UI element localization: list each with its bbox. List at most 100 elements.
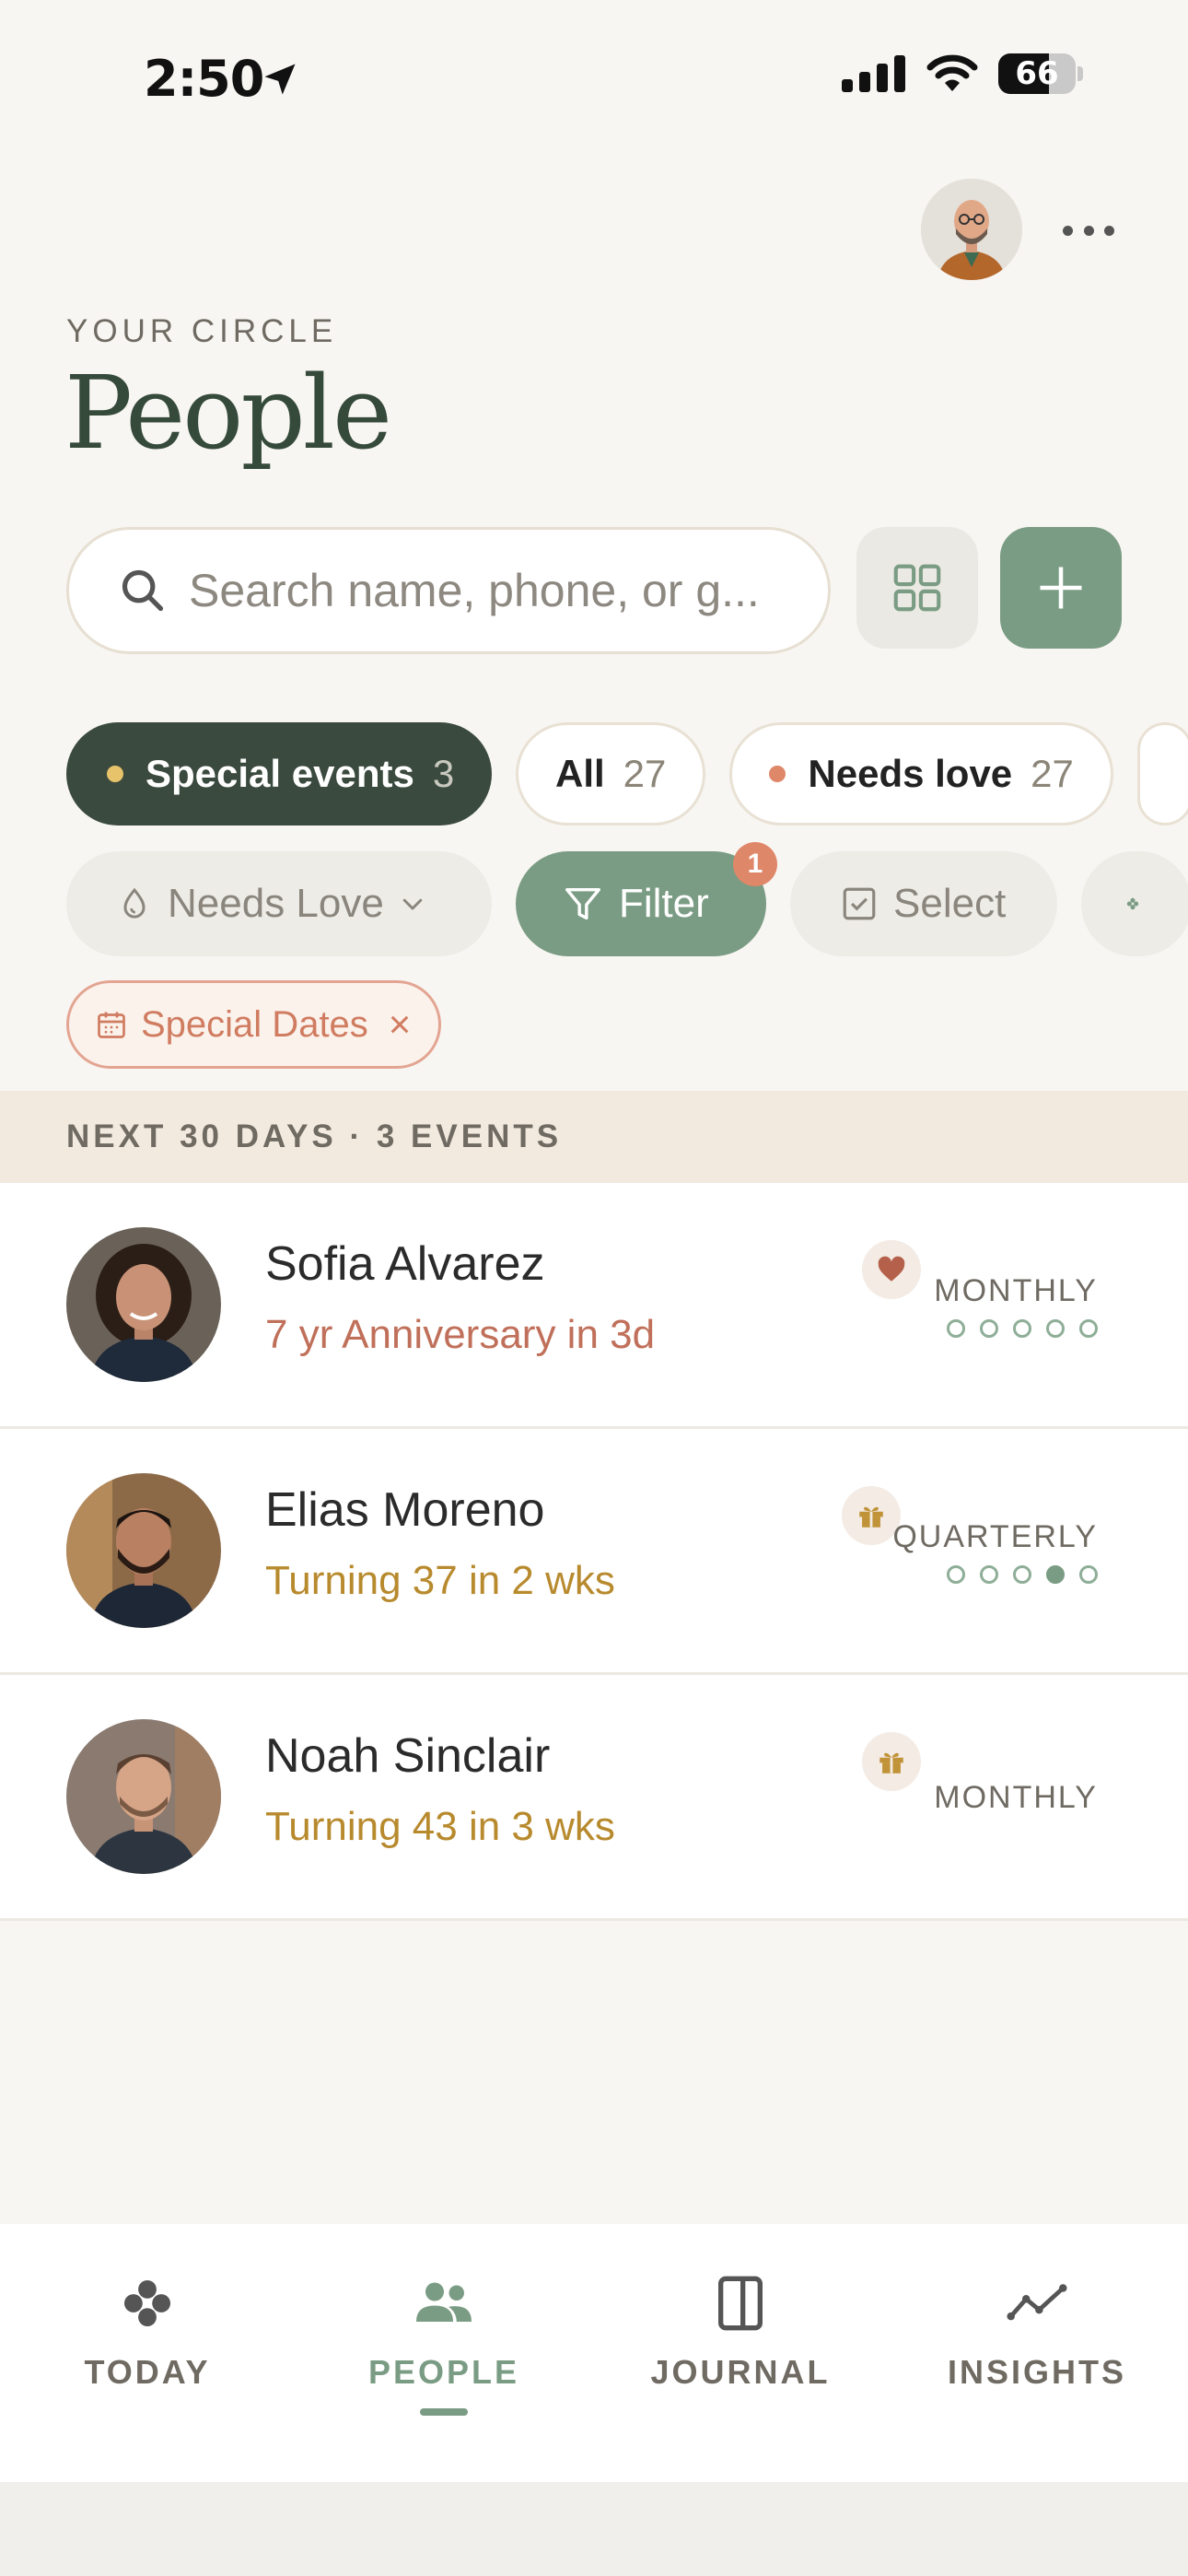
journal-icon: [718, 2276, 763, 2331]
active-filter-tag[interactable]: Special Dates ×: [66, 980, 442, 1069]
people-icon: [416, 2282, 472, 2322]
tab-label: INSIGHTS: [947, 2353, 1126, 2391]
progress-dot: [980, 1565, 998, 1584]
avatar: [66, 1227, 221, 1382]
tab-journal[interactable]: JOURNAL: [621, 2270, 860, 2392]
event-icon-bubble: [862, 1732, 921, 1791]
tab-label: TODAY: [84, 2353, 211, 2391]
insights-icon: [1007, 2284, 1067, 2321]
battery-icon: 66: [998, 53, 1083, 94]
progress-dot: [1046, 1319, 1065, 1338]
person-name: Sofia Alvarez: [265, 1237, 545, 1291]
select-label: Select: [893, 881, 1007, 926]
event-icon-bubble: [862, 1240, 921, 1299]
page-title: People: [64, 354, 392, 472]
filter-button[interactable]: Filter 1: [516, 842, 777, 956]
cellular-signal-icon: [842, 55, 905, 92]
chip-count: 27: [623, 752, 667, 795]
contact-frequency: MONTHLY: [934, 1273, 1098, 1308]
chevron-down-icon: [402, 898, 423, 910]
battery-level: 66: [1015, 55, 1059, 92]
add-person-button[interactable]: [1000, 527, 1122, 649]
active-filter-label: Special Dates: [141, 1003, 368, 1045]
chip-label: Needs love: [808, 752, 1013, 795]
person-event: Turning 37 in 2 wks: [265, 1558, 615, 1603]
person-name: Elias Moreno: [265, 1483, 545, 1537]
tab-today[interactable]: TODAY: [28, 2270, 267, 2392]
needs-love-dropdown[interactable]: Needs Love: [66, 851, 492, 956]
progress-dot: [947, 1565, 965, 1584]
remove-filter-icon[interactable]: ×: [389, 1002, 412, 1047]
calendar-icon: [98, 1012, 125, 1038]
avatar: [66, 1473, 221, 1628]
home-indicator-area: [0, 2482, 1188, 2576]
progress-dot: [1079, 1565, 1098, 1584]
filter-funnel-icon: [565, 887, 600, 920]
profile-avatar[interactable]: [921, 179, 1022, 280]
chip-needs-love[interactable]: Needs love 27: [729, 722, 1113, 825]
filter-toolbar: Needs Love Filter 1 Select: [66, 842, 1188, 956]
section-header: NEXT 30 DAYS · 3 EVENTS: [0, 1091, 1188, 1183]
person-row[interactable]: Sofia Alvarez 7 yr Anniversary in 3d MON…: [0, 1183, 1188, 1429]
search-icon: [122, 569, 164, 612]
status-bar: 2:50 66: [0, 0, 1188, 157]
contact-progress-dots: [947, 1565, 1098, 1584]
page-eyebrow: YOUR CIRCLE: [66, 313, 338, 349]
chip-more[interactable]: [1136, 722, 1188, 825]
search-input[interactable]: [189, 564, 778, 617]
person-event: 7 yr Anniversary in 3d: [265, 1312, 656, 1357]
filter-label: Filter: [619, 881, 709, 926]
tab-bar: TODAY PEOPLE JOURNAL INSIGHTS: [0, 2224, 1188, 2482]
chip-special-events[interactable]: Special events 3: [66, 722, 492, 825]
plus-icon: [1040, 567, 1082, 609]
needs-love-dropdown-label: Needs Love: [168, 881, 384, 926]
search-bar[interactable]: [66, 527, 831, 654]
grid-view-button[interactable]: [856, 527, 978, 649]
tab-label: JOURNAL: [650, 2353, 831, 2391]
wifi-icon: [926, 54, 978, 91]
avatar: [66, 1719, 221, 1874]
chip-label: Special events: [146, 752, 414, 795]
gift-icon: [879, 1752, 903, 1774]
chip-count: 27: [1031, 752, 1074, 795]
select-button[interactable]: Select: [790, 851, 1057, 956]
checkbox-icon: [843, 887, 876, 920]
chip-count: 3: [432, 752, 455, 795]
progress-dot: [1013, 1565, 1031, 1584]
person-row[interactable]: Elias Moreno Turning 37 in 2 wks QUARTER…: [0, 1429, 1188, 1675]
chip-all[interactable]: All 27: [516, 722, 706, 825]
progress-dot: [1013, 1319, 1031, 1338]
progress-dot: [947, 1319, 965, 1338]
location-arrow-icon: [264, 64, 296, 95]
contact-frequency: MONTHLY: [934, 1780, 1098, 1815]
heart-icon: [878, 1256, 905, 1282]
person-row[interactable]: Noah Sinclair Turning 43 in 3 wks MONTHL…: [0, 1675, 1188, 1921]
tab-insights[interactable]: INSIGHTS: [917, 2270, 1157, 2392]
tab-people[interactable]: PEOPLE: [324, 2270, 564, 2416]
progress-dot: [1079, 1319, 1098, 1338]
contact-frequency: QUARTERLY: [892, 1519, 1098, 1554]
special-events-dot: [107, 766, 123, 782]
person-name: Noah Sinclair: [265, 1729, 551, 1783]
gift-icon: [859, 1506, 883, 1528]
person-event: Turning 43 in 3 wks: [265, 1804, 615, 1849]
more-dot-icon: [1063, 225, 1073, 236]
more-dot-icon: [1083, 225, 1094, 236]
needs-love-dot: [769, 766, 786, 782]
progress-dot-filled: [1046, 1565, 1065, 1584]
people-list: Sofia Alvarez 7 yr Anniversary in 3d MON…: [0, 1183, 1188, 1921]
chip-label: All: [555, 752, 605, 795]
clover-icon: [123, 2279, 171, 2327]
grid-icon: [893, 564, 941, 612]
more-dot-icon: [1104, 225, 1114, 236]
status-time: 2:50: [144, 50, 264, 108]
filter-count-badge: 1: [733, 842, 777, 886]
tab-label: PEOPLE: [367, 2353, 520, 2391]
clover-icon: [1126, 897, 1139, 910]
progress-dot: [980, 1319, 998, 1338]
contact-progress-dots: [947, 1319, 1098, 1338]
segment-chips: Special events 3 All 27 Needs love 27: [66, 722, 1188, 825]
drop-icon: [123, 887, 146, 919]
more-toolbar-pill[interactable]: [1081, 851, 1188, 956]
more-options-button[interactable]: [1059, 212, 1118, 249]
